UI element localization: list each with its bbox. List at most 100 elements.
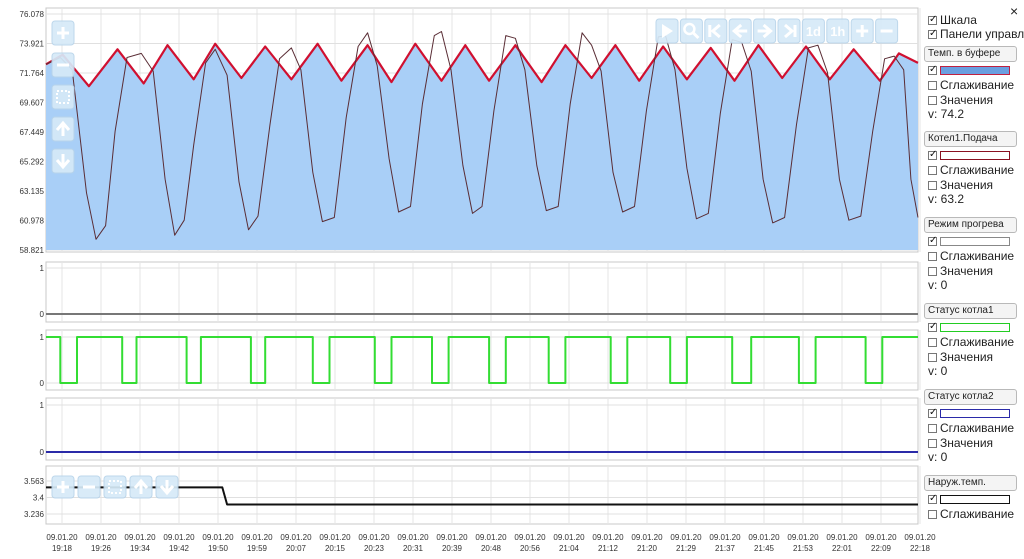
values-checkbox[interactable]: [928, 267, 937, 276]
back-button[interactable]: [728, 18, 752, 44]
y-tick-label: 69.607: [20, 98, 45, 107]
x-tick-date: 09.01.20: [826, 533, 858, 542]
visibility-checkbox[interactable]: [928, 63, 937, 77]
smoothing-checkbox[interactable]: [928, 338, 937, 347]
x-tick-time: 19:34: [130, 544, 151, 553]
legend-visibility-row[interactable]: [924, 148, 1020, 162]
zoom-out-button[interactable]: [51, 52, 75, 78]
outdoor-down-button[interactable]: [155, 475, 179, 499]
visibility-checkbox[interactable]: [928, 148, 937, 162]
x-tick-time: 21:29: [676, 544, 697, 553]
range-1d-button[interactable]: 1d: [801, 18, 825, 44]
values-option[interactable]: Значения: [924, 178, 1020, 192]
values-option[interactable]: Значения: [924, 436, 1020, 450]
values-checkbox[interactable]: [928, 353, 937, 362]
x-tick-time: 19:59: [247, 544, 268, 553]
values-checkbox[interactable]: [928, 439, 937, 448]
smoothing-checkbox[interactable]: [928, 166, 937, 175]
outdoor-up-button[interactable]: [129, 475, 153, 499]
smoothing-checkbox[interactable]: [928, 510, 937, 519]
x-tick-date: 09.01.20: [787, 533, 819, 542]
values-checkbox[interactable]: [928, 96, 937, 105]
x-tick-time: 21:45: [754, 544, 775, 553]
legend-visibility-row[interactable]: [924, 320, 1020, 334]
legend-series-title: Режим прогрева: [924, 217, 1017, 233]
y-tick-label: 67.449: [20, 128, 45, 137]
toolbar-zoom-in-button[interactable]: [850, 18, 874, 44]
panels-option[interactable]: Панели управл.: [928, 27, 1024, 41]
first-button[interactable]: [704, 18, 728, 44]
outdoor-zoom-in-button[interactable]: [51, 475, 75, 499]
smoothing-option[interactable]: Сглаживание: [924, 163, 1020, 177]
legend-block: Режим прогрева СглаживаниеЗначенияv: 0: [924, 217, 1020, 292]
visibility-checkbox[interactable]: [928, 320, 937, 334]
panels-checkbox[interactable]: [928, 27, 937, 41]
range-1h-button[interactable]: 1h: [826, 18, 850, 44]
scroll-down-button[interactable]: [51, 148, 75, 174]
scale-option[interactable]: Шкала: [928, 13, 977, 27]
series-color-swatch[interactable]: [940, 323, 1010, 332]
zoom-button[interactable]: [679, 18, 703, 44]
panel-status2-frame: [45, 397, 919, 461]
smoothing-checkbox[interactable]: [928, 81, 937, 90]
x-tick-date: 09.01.20: [163, 533, 195, 542]
series-color-swatch[interactable]: [940, 495, 1010, 504]
series-color-swatch[interactable]: [940, 237, 1010, 246]
x-tick-time: 19:26: [91, 544, 112, 553]
scale-checkbox[interactable]: [928, 13, 937, 27]
y-tick-label: 0: [40, 448, 45, 457]
range-1d-label: 1d: [806, 24, 821, 39]
series-area-buffer: [46, 43, 918, 250]
panel-status2: 10: [40, 397, 921, 461]
series-color-swatch[interactable]: [940, 66, 1010, 75]
values-option[interactable]: Значения: [924, 264, 1020, 278]
zoom-in-button[interactable]: [51, 20, 75, 46]
close-icon[interactable]: ×: [1010, 4, 1018, 18]
values-option[interactable]: Значения: [924, 93, 1020, 107]
y-tick-label: 0: [40, 379, 45, 388]
x-tick-time: 20:39: [442, 544, 463, 553]
x-tick-date: 09.01.20: [709, 533, 741, 542]
series-color-swatch[interactable]: [940, 409, 1010, 418]
x-tick-date: 09.01.20: [397, 533, 429, 542]
smoothing-option[interactable]: Сглаживание: [924, 507, 1020, 521]
legend-series-title: Котел1.Подача: [924, 131, 1017, 147]
x-tick-date: 09.01.20: [280, 533, 312, 542]
smoothing-option[interactable]: Сглаживание: [924, 421, 1020, 435]
y-tick-label: 58.821: [20, 246, 45, 255]
outdoor-fit-button[interactable]: [103, 475, 127, 499]
legend-block: Темп. в буфере СглаживаниеЗначенияv: 74.2: [924, 46, 1020, 121]
y-tick-label: 60.978: [20, 217, 45, 226]
values-option[interactable]: Значения: [924, 350, 1020, 364]
smoothing-checkbox[interactable]: [928, 424, 937, 433]
outdoor-zoom-out-button[interactable]: [77, 475, 101, 499]
current-value: v: 0: [928, 450, 948, 464]
values-label: Значения: [940, 264, 994, 278]
toolbar-zoom-out-button[interactable]: [875, 18, 899, 44]
legend-visibility-row[interactable]: [924, 492, 1020, 506]
last-button[interactable]: [777, 18, 801, 44]
visibility-checkbox[interactable]: [928, 234, 937, 248]
series-color-swatch[interactable]: [940, 151, 1010, 160]
x-tick-time: 21:37: [715, 544, 736, 553]
smoothing-option[interactable]: Сглаживание: [924, 249, 1020, 263]
smoothing-option[interactable]: Сглаживание: [924, 335, 1020, 349]
legend-visibility-row[interactable]: [924, 406, 1020, 420]
x-tick-date: 09.01.20: [241, 533, 273, 542]
values-label: Значения: [940, 350, 994, 364]
smoothing-option[interactable]: Сглаживание: [924, 78, 1020, 92]
y-tick-label: 71.764: [20, 69, 45, 78]
smoothing-label: Сглаживание: [940, 249, 1015, 263]
values-checkbox[interactable]: [928, 181, 937, 190]
x-tick-date: 09.01.20: [748, 533, 780, 542]
fit-button[interactable]: [51, 84, 75, 110]
y-tick-label: 0: [40, 310, 45, 319]
scroll-up-button[interactable]: [51, 116, 75, 142]
smoothing-checkbox[interactable]: [928, 252, 937, 261]
play-button[interactable]: [655, 18, 679, 44]
visibility-checkbox[interactable]: [928, 492, 937, 506]
legend-visibility-row[interactable]: [924, 63, 1020, 77]
forward-button[interactable]: [753, 18, 777, 44]
legend-visibility-row[interactable]: [924, 234, 1020, 248]
visibility-checkbox[interactable]: [928, 406, 937, 420]
